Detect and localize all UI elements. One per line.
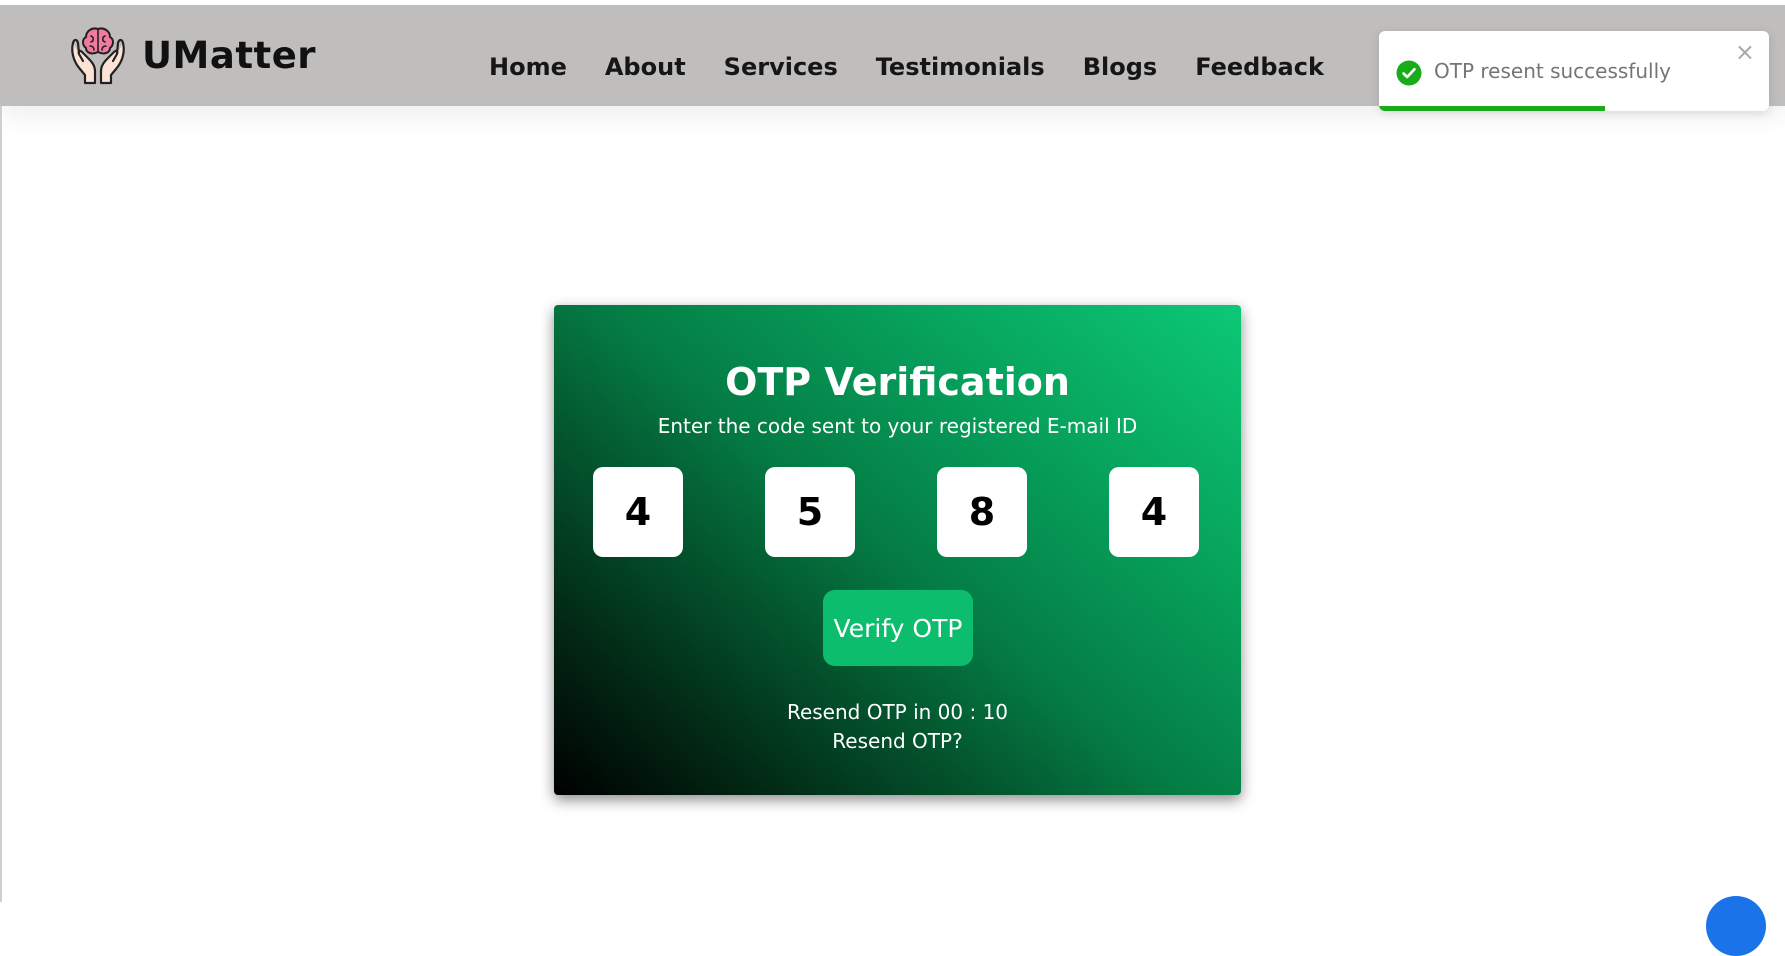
resend-timer: Resend OTP in 00 : 10: [786, 700, 1009, 724]
toast-progress-bar: [1379, 106, 1606, 111]
close-icon[interactable]: ×: [1735, 40, 1755, 64]
nav-feedback[interactable]: Feedback: [1195, 53, 1324, 81]
verify-otp-button[interactable]: Verify OTP: [823, 590, 973, 666]
main-nav: Home About Services Testimonials Blogs F…: [489, 53, 1362, 81]
toast-notification: OTP resent successfully ×: [1379, 31, 1769, 111]
nav-about[interactable]: About: [605, 53, 686, 81]
otp-instructions: Enter the code sent to your registered E…: [657, 414, 1138, 438]
toast-message: OTP resent successfully: [1434, 59, 1671, 83]
left-border: [0, 106, 2, 902]
otp-digit-input-4[interactable]: 4: [1109, 467, 1199, 557]
brand-logo[interactable]: UMatter: [68, 25, 316, 85]
chat-button[interactable]: [1706, 896, 1766, 956]
check-circle-icon: [1396, 60, 1422, 86]
nav-services[interactable]: Services: [724, 53, 838, 81]
resend-otp-link[interactable]: Resend OTP?: [554, 729, 1241, 753]
brand-name: UMatter: [142, 33, 317, 77]
otp-digit-input-2[interactable]: 5: [765, 467, 855, 557]
hands-holding-brain-icon: [71, 27, 125, 85]
otp-digit-input-1[interactable]: 4: [593, 467, 683, 557]
nav-home[interactable]: Home: [489, 53, 567, 81]
page-title: OTP Verification: [725, 360, 1070, 404]
otp-card: OTP Verification Enter the code sent to …: [554, 305, 1241, 795]
otp-digit-input-3[interactable]: 8: [937, 467, 1027, 557]
nav-blogs[interactable]: Blogs: [1083, 53, 1157, 81]
nav-testimonials[interactable]: Testimonials: [876, 53, 1045, 81]
